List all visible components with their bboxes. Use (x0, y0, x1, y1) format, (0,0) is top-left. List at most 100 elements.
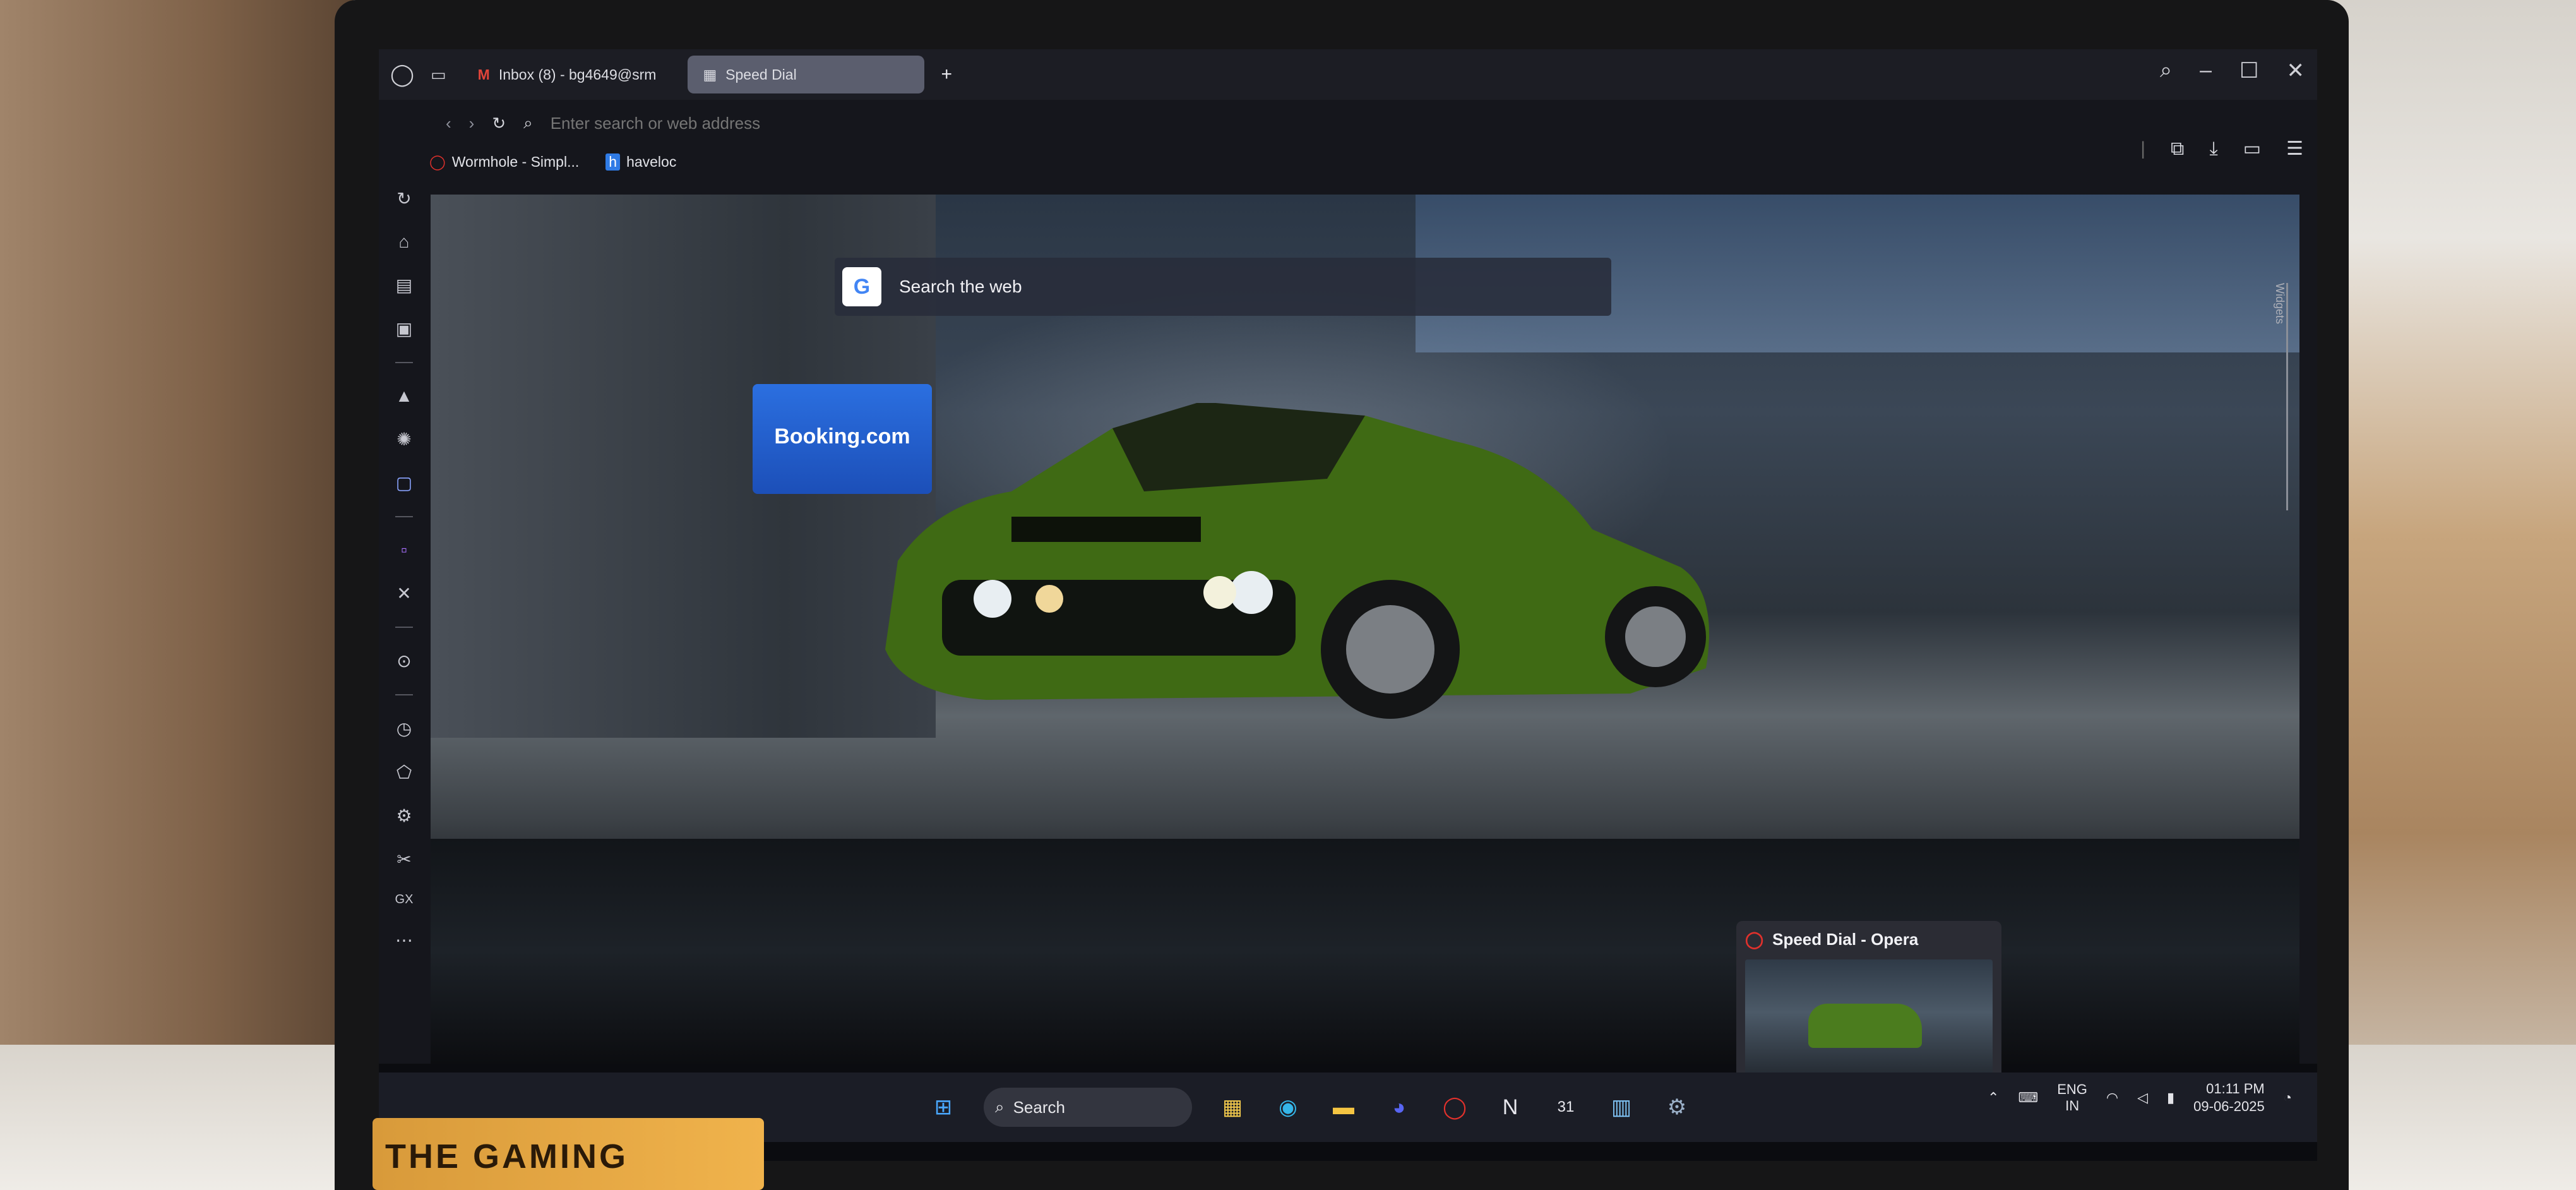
settings-app-icon[interactable]: ⚙ (1662, 1092, 1692, 1122)
address-bar: ‹ › ↻ ⌕ (431, 104, 2287, 143)
tab-search-icon[interactable]: ⌕ (2160, 58, 2172, 83)
music-icon[interactable]: ▣ (396, 318, 412, 339)
taskbar-apps: ⊞ ⌕ Search ▦ ◉ ▬ ◕ ◯ N 31 ▥ ⚙ (928, 1079, 1692, 1136)
clock-date: 09-06-2025 (2193, 1098, 2265, 1114)
easy-setup-menu-icon[interactable]: ☰ (2286, 138, 2303, 160)
language-top: ENG (2057, 1081, 2087, 1097)
volume-icon[interactable]: ◁ (2137, 1090, 2148, 1106)
photo-scene: ◯ ▭ M Inbox (8) - bg4649@srm ▦ Speed Dia… (0, 0, 2576, 1190)
speed-dial-page: G Search the web Booking.com Widgets (431, 195, 2299, 1064)
clock[interactable]: 01:11 PM 09-06-2025 (2193, 1080, 2265, 1115)
opera-sidebar: ↻ ⌂ ▤ ▣ ▲ ✺ ▢ ▫ ✕ ⊙ ◷ ⬠ ⚙ ✂ GX ⋯ (379, 169, 429, 1079)
downloads-icon[interactable]: ⤓ (2209, 138, 2217, 160)
history-icon[interactable]: ◷ (397, 718, 412, 739)
tab-bar: ◯ ▭ M Inbox (8) - bg4649@srm ▦ Speed Dia… (379, 49, 2317, 100)
clock-time: 01:11 PM (2206, 1081, 2265, 1097)
opera-taskbar-icon[interactable]: ◯ (1440, 1092, 1470, 1122)
widgets-app-icon[interactable]: ▦ (1217, 1092, 1248, 1122)
player-icon[interactable]: ⊙ (397, 651, 411, 671)
sidebar-divider (395, 694, 413, 695)
battery-icon[interactable]: ▮ (2167, 1090, 2174, 1106)
booking-label: Booking.com (774, 424, 910, 448)
twitch-icon[interactable]: ▫ (401, 540, 407, 560)
address-input[interactable] (550, 113, 1434, 133)
google-icon: G (842, 267, 881, 306)
notion-icon[interactable]: N (1495, 1092, 1525, 1122)
notification-icon[interactable]: ◔ (2284, 1090, 2292, 1106)
wallpaper-reflection (431, 839, 2299, 1064)
search-icon: ⌕ (523, 113, 533, 132)
search-icon: ⌕ (995, 1097, 1005, 1116)
taskbar-search[interactable]: ⌕ Search (984, 1088, 1192, 1127)
chatgpt-icon[interactable]: ✺ (397, 429, 411, 450)
wallet-icon[interactable]: ▤ (396, 275, 412, 296)
speed-dial-booking-tile[interactable]: Booking.com (753, 384, 932, 494)
tab-speed-dial[interactable]: ▦ Speed Dial (688, 56, 925, 93)
bookmark-haveloc[interactable]: h haveloc (605, 153, 676, 171)
laptop-sticker: THE GAMING (373, 1118, 764, 1190)
speed-dial-search[interactable]: G Search the web (835, 258, 1611, 316)
widgets-label: Widgets (2274, 283, 2286, 325)
new-tab-button[interactable]: + (941, 64, 952, 85)
minimize-button[interactable]: – (2200, 58, 2212, 83)
gx-icon[interactable]: GX (395, 892, 414, 907)
close-button[interactable]: ✕ (2287, 58, 2305, 83)
workspaces-icon[interactable]: ▭ (431, 65, 446, 85)
windows-start-icon[interactable]: ⊞ (928, 1092, 958, 1122)
window-controls: ⌕ – ☐ ✕ (2160, 58, 2305, 83)
bookmark-label: Wormhole - Simpl... (451, 153, 580, 170)
settings-icon[interactable]: ⚙ (396, 805, 412, 826)
calendar-icon[interactable]: 31 (1551, 1092, 1581, 1122)
gx-cleaner-icon[interactable]: ✂ (397, 849, 411, 870)
more-icon[interactable]: ⋯ (395, 930, 413, 951)
sidebar-divider (395, 362, 413, 363)
sidebar-divider (395, 516, 413, 517)
toolbar-right: | ⧉ ⤓ ▭ ☰ (2140, 138, 2303, 160)
opera-icon: ◯ (1745, 930, 1764, 949)
maximize-button[interactable]: ☐ (2239, 58, 2258, 83)
wallpaper-car (885, 403, 1709, 719)
edge-icon[interactable]: ◉ (1273, 1092, 1303, 1122)
file-explorer-icon[interactable]: ▬ (1328, 1092, 1359, 1122)
tab-label: Speed Dial (725, 66, 797, 83)
shopping-icon[interactable]: ⌂ (399, 232, 410, 252)
opera-menu-icon[interactable]: ◯ (390, 62, 414, 87)
opera-icon: ◯ (429, 153, 446, 170)
discord-icon[interactable]: ◕ (1384, 1092, 1414, 1122)
background-left (0, 0, 354, 1190)
divider: | (2140, 138, 2146, 159)
wifi-icon[interactable]: ◠ (2106, 1090, 2118, 1106)
keyboard-icon[interactable]: ⌨ (2018, 1090, 2038, 1106)
extensions-icon[interactable]: ⧉ (2171, 138, 2184, 160)
history-recent-icon[interactable]: ↻ (397, 188, 411, 209)
tab-gmail[interactable]: M Inbox (8) - bg4649@srm (463, 56, 672, 93)
laptop-screen: ◯ ▭ M Inbox (8) - bg4649@srm ▦ Speed Dia… (379, 49, 2317, 1161)
bookmarks-bar: ◯ Wormhole - Simpl... h haveloc (429, 144, 676, 179)
preview-title-text: Speed Dial - Opera (1772, 930, 1919, 949)
reload-icon[interactable]: ↻ (492, 114, 506, 133)
language-bottom: IN (2065, 1098, 2080, 1114)
search-label: Search the web (899, 277, 1022, 296)
speed-dial-icon: ▦ (703, 66, 717, 83)
opera-browser-window: ◯ ▭ M Inbox (8) - bg4649@srm ▦ Speed Dia… (379, 49, 2317, 1064)
calculator-icon[interactable]: ▥ (1606, 1092, 1637, 1122)
chevron-up-icon[interactable]: ⌃ (1988, 1090, 1999, 1106)
aria-icon[interactable]: ▲ (395, 386, 413, 406)
back-icon[interactable]: ‹ (446, 114, 451, 133)
tab-label: Inbox (8) - bg4649@srm (498, 66, 657, 83)
haveloc-icon: h (605, 153, 621, 171)
preview-car (1808, 1004, 1922, 1048)
bookmark-label: haveloc (626, 153, 677, 170)
language-indicator[interactable]: ENG IN (2057, 1081, 2087, 1114)
bookmark-wormhole[interactable]: ◯ Wormhole - Simpl... (429, 153, 579, 171)
pinboard-icon[interactable]: ⬠ (397, 762, 412, 783)
widgets-handle[interactable]: Widgets (2274, 283, 2288, 510)
gmail-icon: M (477, 66, 490, 83)
forward-icon[interactable]: › (469, 114, 475, 133)
sticker-text: THE GAMING (385, 1138, 628, 1175)
battery-saver-icon[interactable]: ▭ (2243, 138, 2261, 160)
x-icon[interactable]: ✕ (397, 583, 411, 604)
sidebar-divider (395, 627, 413, 628)
chat-icon[interactable]: ▢ (396, 472, 412, 493)
system-tray: ⌃ ⌨ ENG IN ◠ ◁ ▮ 01:11 PM 09-06-2025 ◔ (1988, 1080, 2292, 1115)
